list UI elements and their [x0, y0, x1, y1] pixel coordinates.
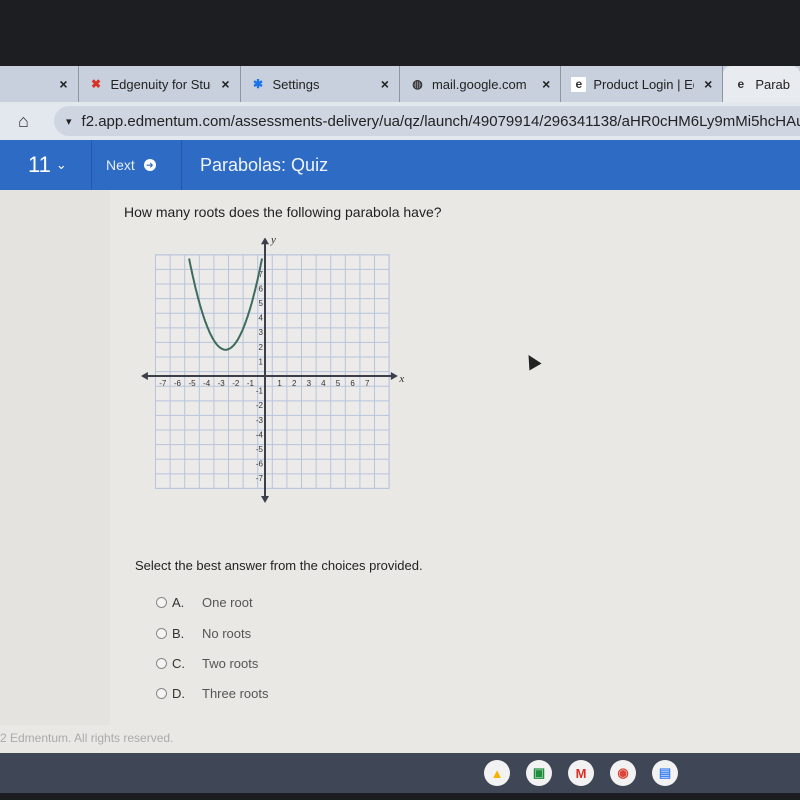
google-docs-icon[interactable]: ▤ [652, 760, 678, 786]
x-tick-label: 2 [292, 379, 297, 388]
home-icon[interactable]: ⌂ [18, 111, 38, 132]
y-tick-label: -2 [256, 401, 264, 410]
x-axis-arrow-right [390, 372, 398, 380]
x-axis-arrow-left [140, 372, 148, 380]
close-tab-icon[interactable]: × [221, 76, 229, 92]
y-tick-label: 1 [259, 357, 264, 366]
y-axis-label: y [270, 238, 276, 246]
quiz-header: 11 ⌄ Next ➜ Parabolas: Quiz [0, 140, 800, 190]
x-tick-label: -5 [188, 379, 196, 388]
x-tick-label: 3 [307, 379, 312, 388]
x-tick-label: -3 [218, 379, 226, 388]
choice-b[interactable]: B. No roots [156, 626, 251, 641]
y-axis-arrow-down [261, 496, 269, 504]
chrome-icon[interactable]: ◉ [610, 760, 636, 786]
screen-bezel [0, 0, 800, 66]
tab-0[interactable]: × [0, 66, 79, 102]
close-tab-icon[interactable]: × [381, 76, 389, 92]
chevron-down-icon: ⌄ [55, 157, 67, 172]
y-tick-label: 4 [259, 314, 264, 323]
parabola-graph: xy-7 -6 -5 -4 -3 -2 -1 1 2 3 4 5 6 77654321-1-2-3-4-5… [140, 238, 404, 504]
y-axis-arrow-up [261, 238, 269, 245]
tab-gmail[interactable]: ◍ mail.google.com × [400, 66, 562, 102]
x-tick-label: 1 [277, 379, 282, 388]
x-tick-label: -1 [247, 379, 255, 388]
y-tick-label: 5 [259, 299, 264, 308]
y-tick-label: 6 [259, 284, 264, 293]
gear-icon: ✱ [252, 77, 264, 91]
tab-parabolas[interactable]: e Parab [723, 66, 800, 102]
google-classroom-icon[interactable]: ▣ [526, 760, 552, 786]
x-tick-label: 6 [350, 379, 355, 388]
x-tick-label: -4 [203, 379, 211, 388]
y-tick-label: 3 [259, 328, 264, 337]
x-tick-label: 4 [321, 379, 326, 388]
taskbar: ▲ ▣ M ◉ ▤ [0, 753, 800, 793]
radio-button[interactable] [156, 658, 167, 669]
address-bar-row: ⌂ ▾ f2.app.edmentum.com/assessments-deli… [0, 102, 800, 140]
url-field[interactable]: ▾ f2.app.edmentum.com/assessments-delive… [54, 106, 800, 136]
choice-d[interactable]: D. Three roots [156, 686, 268, 701]
edgenuity-icon: ✖ [90, 77, 102, 91]
y-tick-label: 2 [259, 343, 264, 352]
radio-button[interactable] [156, 597, 167, 608]
radio-button[interactable] [156, 688, 167, 699]
x-tick-label: -2 [232, 379, 240, 388]
footer: 2 Edmentum. All rights reserved. [0, 725, 800, 753]
edmentum-icon: e [737, 77, 745, 91]
x-tick-label: -7 [159, 379, 167, 388]
y-tick-label: -4 [256, 430, 264, 439]
y-tick-label: -3 [256, 416, 264, 425]
tab-bar: × ✖ Edgenuity for Stud × ✱ Settings × ◍ … [0, 66, 800, 102]
gmail-icon[interactable]: M [568, 760, 594, 786]
x-tick-label: 5 [336, 379, 341, 388]
next-button[interactable]: Next ➜ [92, 140, 182, 190]
tab-edgenuity[interactable]: ✖ Edgenuity for Stud × [79, 66, 241, 102]
y-tick-label: -6 [256, 460, 264, 469]
page-title: Parabolas: Quiz [200, 154, 329, 175]
x-tick-label: -6 [174, 379, 182, 388]
y-tick-label: -7 [256, 474, 264, 483]
close-tab-icon[interactable]: × [59, 76, 67, 92]
question-text: How many roots does the following parabo… [124, 204, 442, 220]
tab-product-login[interactable]: e Product Login | Ed × [561, 66, 724, 102]
answer-prompt: Select the best answer from the choices … [135, 558, 423, 573]
x-axis-label: x [398, 373, 404, 385]
arrow-right-icon: ➜ [143, 159, 156, 171]
close-tab-icon[interactable]: × [542, 76, 550, 92]
y-tick-label: -1 [256, 387, 264, 396]
x-tick-label: 7 [365, 379, 370, 388]
choice-c[interactable]: C. Two roots [156, 656, 258, 671]
y-tick-label: -5 [256, 445, 264, 454]
edmentum-icon: e [571, 76, 587, 92]
globe-icon: ◍ [412, 77, 423, 91]
close-tab-icon[interactable]: × [704, 76, 712, 92]
choice-a[interactable]: A. One root [156, 595, 253, 610]
radio-button[interactable] [156, 628, 167, 639]
chevron-down-icon[interactable]: ▾ [66, 115, 72, 128]
question-number-dropdown[interactable]: 11 ⌄ [0, 140, 92, 190]
google-drive-icon[interactable]: ▲ [484, 760, 510, 786]
tab-settings[interactable]: ✱ Settings × [241, 66, 400, 102]
